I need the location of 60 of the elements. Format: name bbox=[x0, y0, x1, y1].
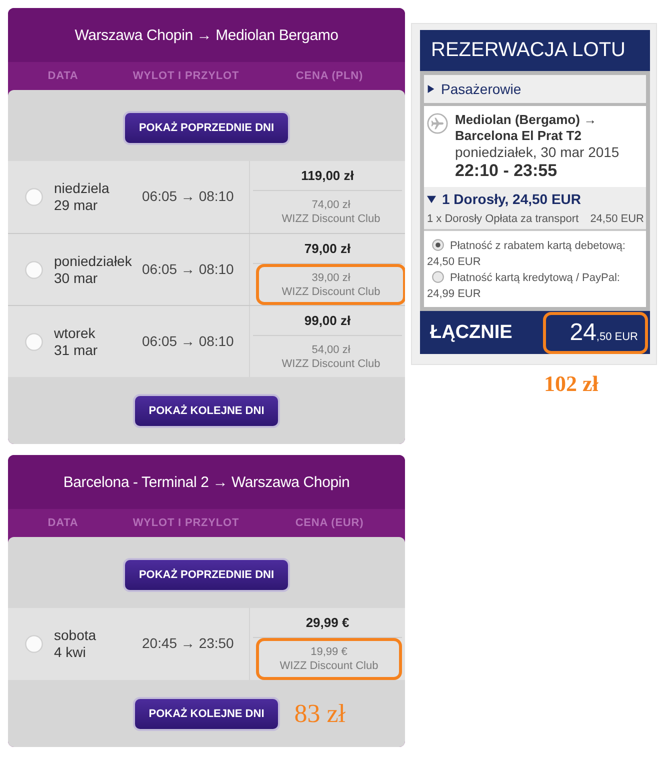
radio-button[interactable] bbox=[25, 635, 43, 653]
discount-club-label: WIZZ Discount Club bbox=[282, 284, 380, 298]
booking-title: REZERWACJA LOTU bbox=[431, 39, 626, 62]
flight-times: 06:05 → 08:10 bbox=[142, 188, 234, 204]
show-next-days-button[interactable]: POKAŻ KOLEJNE DNI bbox=[132, 394, 280, 428]
radio-button[interactable] bbox=[25, 260, 43, 278]
payment-option[interactable]: Płatność z rabatem kartą debetową: 24,50 EUR bbox=[427, 238, 643, 270]
flight-row[interactable]: wtorek 31 mar 06:05 → 08:10 99,00 zł 54,00 zł WIZZ Discount Club bbox=[8, 305, 405, 377]
date-label: 4 kwi bbox=[54, 644, 86, 661]
show-previous-days-button[interactable]: POKAŻ POPRZEDNIE DNI bbox=[122, 558, 290, 592]
discount-club-label: WIZZ Discount Club bbox=[282, 212, 380, 226]
total-amount: 24,50 EUR bbox=[570, 318, 638, 346]
fare-item-label: 1 x Dorosły Opłata za transport bbox=[427, 213, 579, 225]
discount-club-label: WIZZ Discount Club bbox=[282, 356, 380, 370]
date-label: 30 mar bbox=[54, 270, 98, 286]
show-next-days-button[interactable]: POKAŻ KOLEJNE DNI bbox=[132, 697, 280, 731]
column-header: WYLOT I PRZYLOT bbox=[132, 517, 240, 529]
radio-button[interactable] bbox=[432, 239, 444, 251]
radio-button[interactable] bbox=[25, 188, 43, 206]
flight-times: 06:05 → 08:10 bbox=[142, 332, 234, 348]
radio-button[interactable] bbox=[25, 332, 43, 350]
column-header: DATA bbox=[48, 517, 78, 529]
discount-club-label: WIZZ Discount Club bbox=[280, 659, 378, 673]
day-label: poniedziałek bbox=[54, 252, 132, 270]
flight-times: 22:10 - 23:55 bbox=[455, 161, 558, 181]
column-header: DATA bbox=[48, 70, 78, 82]
fare-price: 99,00 zł bbox=[304, 313, 351, 328]
fare-price: 79,00 zł bbox=[304, 241, 351, 256]
date-label: 31 mar bbox=[54, 342, 98, 358]
day-label: sobota bbox=[54, 627, 96, 644]
column-header: CENA (EUR) bbox=[295, 517, 364, 529]
radio-button[interactable] bbox=[432, 271, 444, 283]
flight-row[interactable]: sobota 4 kwi 20:45 → 23:50 29,99 € 19,99 € WIZZ Discount Club bbox=[8, 608, 405, 680]
column-header: CENA (PLN) bbox=[296, 70, 364, 82]
flight-date: poniedziałek, 30 mar 2015 bbox=[455, 144, 620, 161]
fare-toggle[interactable]: 1 Dorosły, 24,50 EUR bbox=[424, 188, 646, 210]
fare-price: 119,00 zł bbox=[301, 168, 354, 183]
discount-price: 39,00 zł bbox=[312, 270, 350, 284]
day-label: niedziela bbox=[54, 180, 110, 197]
discount-price: 19,99 € bbox=[310, 645, 348, 659]
route-title: Barcelona - Terminal 2 → Warszawa Chopin bbox=[63, 474, 350, 490]
show-previous-days-button[interactable]: POKAŻ POPRZEDNIE DNI bbox=[122, 111, 290, 145]
plane-icon bbox=[427, 113, 448, 134]
fare-price: 29,99 € bbox=[306, 615, 350, 630]
route-title: Warszawa Chopin → Mediolan Bergamo bbox=[74, 26, 338, 44]
total-label: ŁĄCZNIE bbox=[430, 322, 512, 344]
price-annotation: 83 zł bbox=[294, 699, 346, 729]
price-annotation: 102 zł bbox=[544, 371, 598, 397]
flight-times: 06:05 → 08:10 bbox=[142, 260, 234, 276]
discount-price: 54,00 zł bbox=[312, 342, 350, 356]
date-label: 29 mar bbox=[54, 197, 98, 214]
fare-item-amount: 24,50 EUR bbox=[590, 213, 644, 225]
flight-row[interactable]: niedziela 29 mar 06:05 → 08:10 119,00 zł 74,00 zł WIZZ Discount Club bbox=[8, 161, 405, 233]
route-text: Mediolan (Bergamo) → Barcelona El Prat T2 bbox=[455, 112, 598, 144]
payment-option[interactable]: Płatność kartą kredytową / PayPal: 24,99 EUR bbox=[427, 270, 643, 302]
discount-price: 74,00 zł bbox=[312, 198, 350, 212]
column-header: WYLOT I PRZYLOT bbox=[132, 70, 240, 82]
day-label: wtorek bbox=[54, 324, 96, 342]
passengers-toggle[interactable]: Pasażerowie bbox=[424, 75, 646, 106]
flight-times: 20:45 → 23:50 bbox=[142, 635, 234, 651]
